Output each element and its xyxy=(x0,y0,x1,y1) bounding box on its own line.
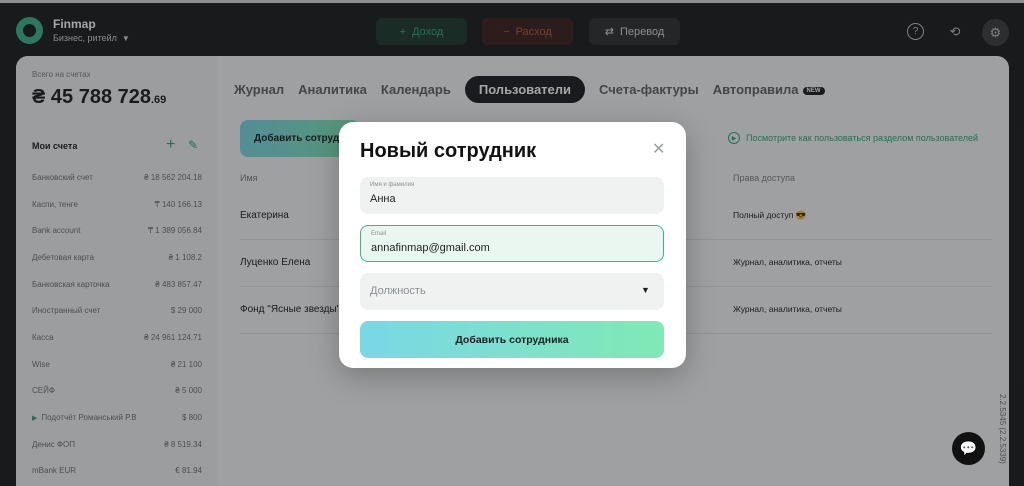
email-field-label: Email xyxy=(371,231,387,237)
chevron-down-icon: ▼ xyxy=(641,285,650,295)
modal-title: Новый сотрудник xyxy=(360,140,537,162)
new-employee-modal: Новый сотрудник ✕ Имя и фамилия Анна Ema… xyxy=(339,122,686,368)
chat-bubble-icon[interactable]: 💬 xyxy=(952,432,985,465)
email-field[interactable]: Email annafinmap@gmail.com xyxy=(360,225,664,262)
submit-add-employee-button[interactable]: Добавить сотрудника xyxy=(360,321,664,358)
email-field-value: annafinmap@gmail.com xyxy=(371,242,490,254)
name-field[interactable]: Имя и фамилия Анна xyxy=(360,177,664,214)
close-icon[interactable]: ✕ xyxy=(652,139,665,159)
position-select[interactable]: Должность ▼ xyxy=(360,273,664,310)
name-field-label: Имя и фамилия xyxy=(370,182,415,188)
name-field-value: Анна xyxy=(370,193,396,205)
position-placeholder: Должность xyxy=(370,285,426,297)
